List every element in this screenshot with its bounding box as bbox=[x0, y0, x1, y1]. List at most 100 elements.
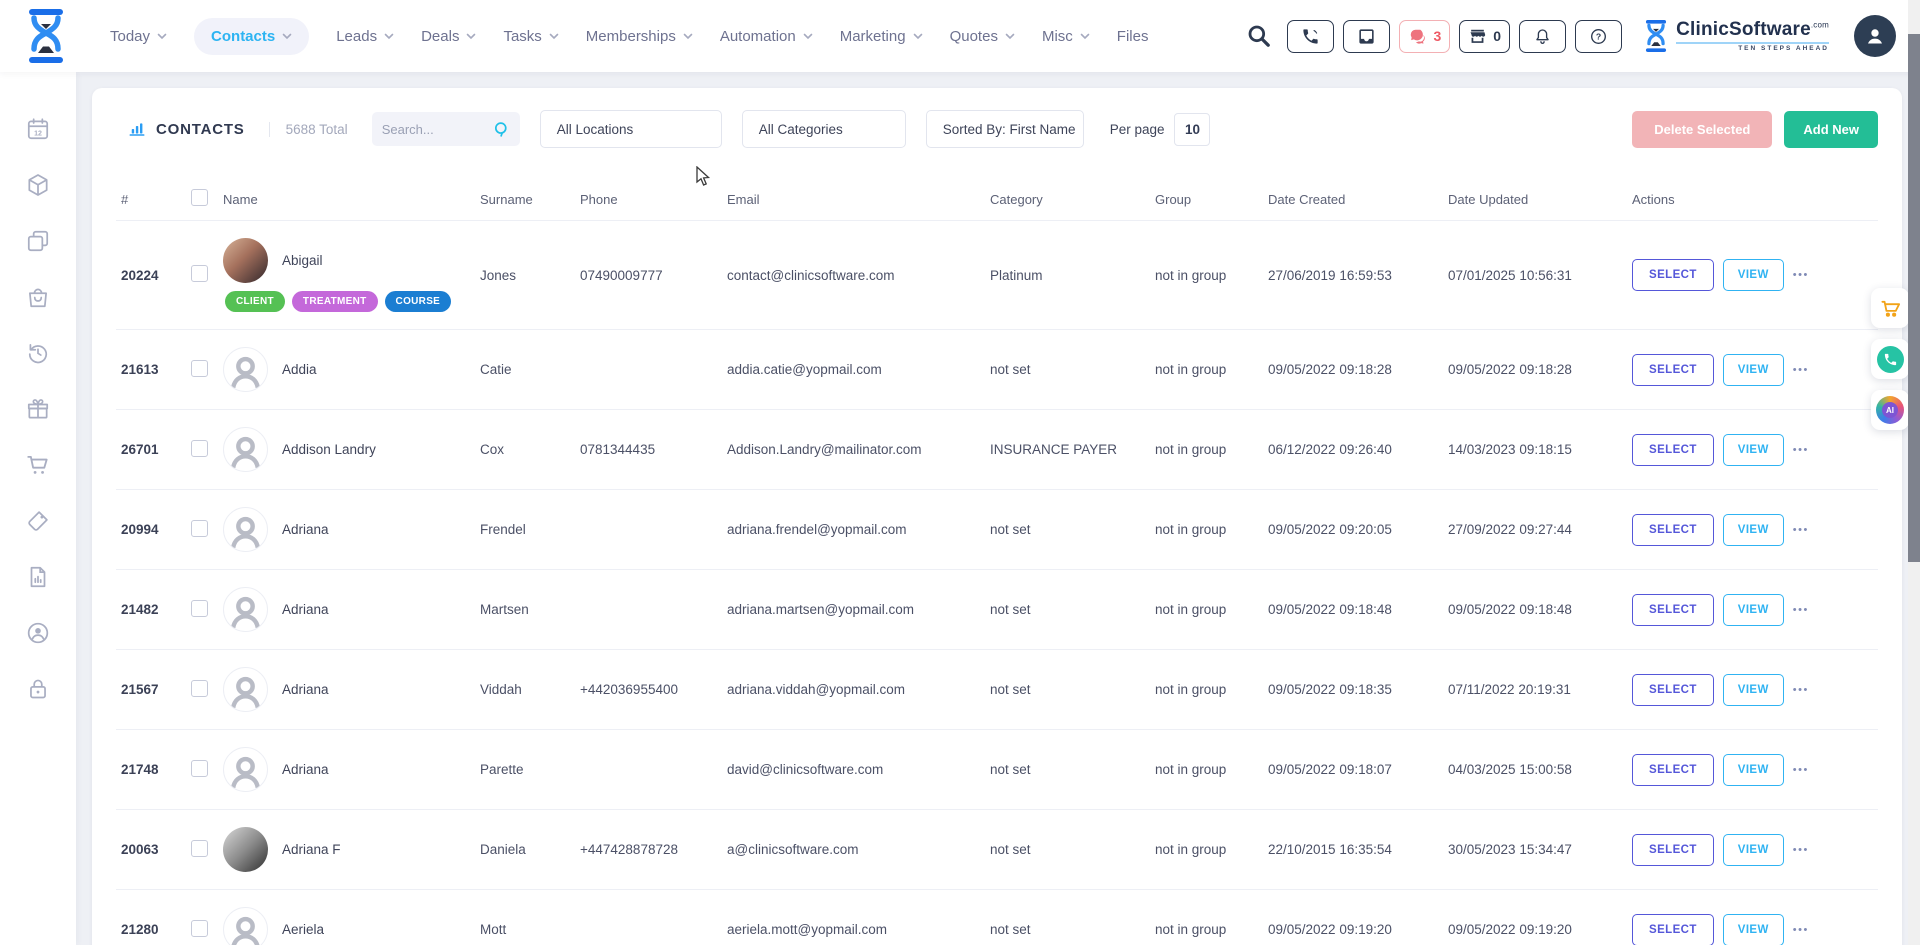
row-checkbox[interactable] bbox=[191, 600, 208, 617]
search-input[interactable] bbox=[382, 122, 487, 137]
sort-filter[interactable]: Sorted By: First Name bbox=[926, 110, 1084, 148]
row-checkbox[interactable] bbox=[191, 520, 208, 537]
row-checkbox[interactable] bbox=[191, 360, 208, 377]
cart-widget-button[interactable] bbox=[1871, 288, 1909, 328]
contact-avatar[interactable] bbox=[223, 747, 268, 792]
clinicsoftware-logo-icon[interactable] bbox=[24, 9, 68, 63]
row-checkbox[interactable] bbox=[191, 265, 208, 282]
nav-item-files[interactable]: Files bbox=[1117, 28, 1149, 45]
sidebar-item-vouchers[interactable] bbox=[25, 508, 51, 534]
view-button[interactable]: VIEW bbox=[1723, 674, 1784, 706]
select-button[interactable]: SELECT bbox=[1632, 754, 1714, 786]
nav-item-deals[interactable]: Deals bbox=[421, 28, 476, 45]
inbox-button[interactable] bbox=[1343, 20, 1390, 53]
sidebar-item-history[interactable] bbox=[25, 340, 51, 366]
nav-item-marketing[interactable]: Marketing bbox=[840, 28, 923, 45]
view-button[interactable]: VIEW bbox=[1723, 259, 1784, 291]
contact-avatar[interactable] bbox=[223, 587, 268, 632]
locations-filter[interactable]: All Locations bbox=[540, 110, 722, 148]
call-widget-button[interactable] bbox=[1871, 339, 1909, 379]
sidebar-item-cart[interactable] bbox=[25, 452, 51, 478]
contact-avatar[interactable] bbox=[223, 907, 268, 945]
row-checkbox[interactable] bbox=[191, 840, 208, 857]
contact-avatar[interactable] bbox=[223, 427, 268, 472]
search-submit-icon[interactable] bbox=[493, 121, 510, 138]
row-more-icon[interactable]: ••• bbox=[1793, 604, 1809, 616]
nav-item-misc[interactable]: Misc bbox=[1042, 28, 1090, 45]
nav-item-memberships[interactable]: Memberships bbox=[586, 28, 693, 45]
brand-hourglass-icon bbox=[1643, 19, 1669, 53]
sidebar-item-checkin-bag[interactable] bbox=[25, 284, 51, 310]
view-button[interactable]: VIEW bbox=[1723, 914, 1784, 945]
sidebar-item-gifts[interactable] bbox=[25, 396, 51, 422]
scrollbar-thumb[interactable] bbox=[1908, 34, 1920, 562]
nav-item-quotes[interactable]: Quotes bbox=[950, 28, 1015, 45]
chevron-down-icon bbox=[549, 33, 559, 40]
contact-avatar[interactable] bbox=[223, 347, 268, 392]
view-button[interactable]: VIEW bbox=[1723, 514, 1784, 546]
sidebar-item-security[interactable] bbox=[25, 676, 51, 702]
select-button[interactable]: SELECT bbox=[1632, 674, 1714, 706]
table-row: 26701Addison LandryCox0781344435Addison.… bbox=[116, 409, 1878, 489]
contact-avatar[interactable] bbox=[223, 238, 268, 283]
contact-avatar[interactable] bbox=[223, 507, 268, 552]
sidebar-item-pages[interactable] bbox=[25, 228, 51, 254]
row-checkbox[interactable] bbox=[191, 920, 208, 937]
add-new-button[interactable]: Add New bbox=[1784, 111, 1878, 148]
row-more-icon[interactable]: ••• bbox=[1793, 269, 1809, 281]
select-button[interactable]: SELECT bbox=[1632, 434, 1714, 466]
row-more-icon[interactable]: ••• bbox=[1793, 524, 1809, 536]
dialer-button[interactable] bbox=[1287, 20, 1334, 53]
row-more-icon[interactable]: ••• bbox=[1793, 364, 1809, 376]
contact-date-created: 06/12/2022 09:26:40 bbox=[1268, 442, 1448, 457]
sidebar-item-accounts[interactable] bbox=[25, 620, 51, 646]
nav-item-automation[interactable]: Automation bbox=[720, 28, 813, 45]
select-button[interactable]: SELECT bbox=[1632, 354, 1714, 386]
store-button[interactable]: 0 bbox=[1459, 20, 1510, 53]
delete-selected-button[interactable]: Delete Selected bbox=[1632, 111, 1772, 148]
sidebar-item-products[interactable] bbox=[25, 172, 51, 198]
per-page-input[interactable] bbox=[1174, 113, 1210, 146]
scrollbar-track[interactable] bbox=[1908, 0, 1920, 945]
contact-avatar[interactable] bbox=[223, 667, 268, 712]
sidebar-item-calendar[interactable]: 12 bbox=[25, 116, 51, 142]
row-more-icon[interactable]: ••• bbox=[1793, 764, 1809, 776]
nav-item-leads[interactable]: Leads bbox=[336, 28, 394, 45]
select-button[interactable]: SELECT bbox=[1632, 834, 1714, 866]
row-more-icon[interactable]: ••• bbox=[1793, 444, 1809, 456]
notifications-button[interactable] bbox=[1519, 20, 1566, 53]
view-button[interactable]: VIEW bbox=[1723, 434, 1784, 466]
contact-group: not in group bbox=[1155, 522, 1268, 537]
nav-item-label: Misc bbox=[1042, 28, 1073, 45]
row-more-icon[interactable]: ••• bbox=[1793, 684, 1809, 696]
view-button[interactable]: VIEW bbox=[1723, 354, 1784, 386]
row-checkbox[interactable] bbox=[191, 680, 208, 697]
user-avatar[interactable] bbox=[1854, 15, 1896, 57]
select-button[interactable]: SELECT bbox=[1632, 914, 1714, 945]
select-button[interactable]: SELECT bbox=[1632, 594, 1714, 626]
ai-widget-button[interactable]: AI bbox=[1871, 390, 1909, 430]
contact-surname: Viddah bbox=[480, 682, 580, 697]
view-button[interactable]: VIEW bbox=[1723, 834, 1784, 866]
search-icon[interactable] bbox=[1246, 23, 1272, 49]
select-button[interactable]: SELECT bbox=[1632, 514, 1714, 546]
row-checkbox[interactable] bbox=[191, 440, 208, 457]
categories-filter[interactable]: All Categories bbox=[742, 110, 906, 148]
view-button[interactable]: VIEW bbox=[1723, 594, 1784, 626]
sidebar-item-reports[interactable] bbox=[25, 564, 51, 590]
contact-category: not set bbox=[990, 522, 1155, 537]
view-button[interactable]: VIEW bbox=[1723, 754, 1784, 786]
row-actions: SELECT VIEW ••• bbox=[1632, 434, 1878, 466]
contact-date-updated: 07/01/2025 10:56:31 bbox=[1448, 268, 1632, 283]
nav-item-tasks[interactable]: Tasks bbox=[503, 28, 558, 45]
contact-avatar[interactable] bbox=[223, 827, 268, 872]
help-button[interactable]: ? bbox=[1575, 20, 1622, 53]
row-more-icon[interactable]: ••• bbox=[1793, 924, 1809, 936]
nav-item-today[interactable]: Today bbox=[110, 28, 167, 45]
select-all-checkbox[interactable] bbox=[191, 189, 208, 206]
nav-item-contacts[interactable]: Contacts bbox=[194, 18, 309, 55]
row-checkbox[interactable] bbox=[191, 760, 208, 777]
chat-notifications-button[interactable]: 3 bbox=[1399, 20, 1450, 53]
row-more-icon[interactable]: ••• bbox=[1793, 844, 1809, 856]
select-button[interactable]: SELECT bbox=[1632, 259, 1714, 291]
